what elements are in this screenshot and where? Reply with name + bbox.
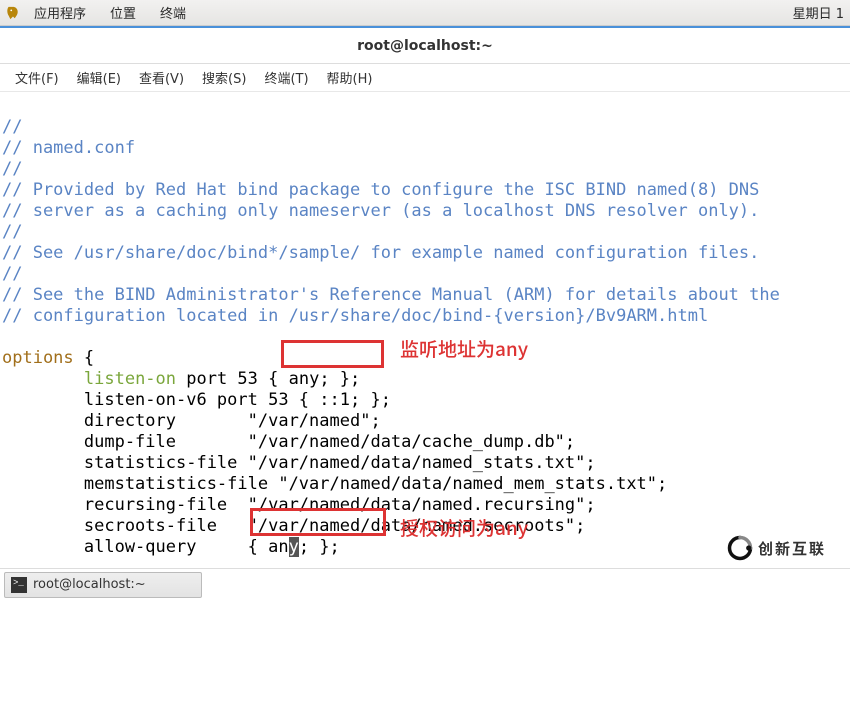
menu-view[interactable]: 查看(V) bbox=[130, 68, 193, 87]
cfg-line: statistics-file "/var/named/data/named_s… bbox=[2, 453, 596, 473]
taskbar-item-label: root@localhost:~ bbox=[33, 577, 146, 592]
code-comment: // named.conf bbox=[2, 138, 135, 158]
menu-help[interactable]: 帮助(H) bbox=[318, 68, 382, 87]
taskbar-item-terminal[interactable]: root@localhost:~ bbox=[4, 572, 202, 598]
watermark: 创新互联 bbox=[702, 528, 850, 568]
annotation-listen: 监听地址为any bbox=[400, 338, 528, 359]
brace-open: { bbox=[84, 348, 94, 368]
code-comment: // bbox=[2, 264, 22, 284]
terminal-viewport[interactable]: // // named.conf // // Provided by Red H… bbox=[0, 92, 850, 550]
code-comment: // See /usr/share/doc/bind*/sample/ for … bbox=[2, 243, 759, 263]
window-title-bar: root@localhost:~ bbox=[0, 26, 850, 64]
annotation-allow-query: 授权访问为any bbox=[400, 517, 528, 538]
text-cursor: y bbox=[289, 537, 299, 557]
cfg-line: dump-file "/var/named/data/cache_dump.db… bbox=[2, 432, 575, 452]
desktop-taskbar: root@localhost:~ bbox=[0, 568, 850, 600]
highlight-listen bbox=[281, 340, 384, 368]
terminal-menu-bar: 文件(F) 编辑(E) 查看(V) 搜索(S) 终端(T) 帮助(H) bbox=[0, 64, 850, 92]
listen-any: { any; }; bbox=[268, 369, 360, 389]
cfg-line: directory "/var/named"; bbox=[2, 411, 381, 431]
highlight-allow-query bbox=[250, 508, 386, 536]
foot-icon bbox=[6, 6, 20, 20]
allow-any-a: { an bbox=[248, 537, 289, 557]
menu-file[interactable]: 文件(F) bbox=[6, 68, 68, 87]
code-comment: // bbox=[2, 117, 22, 137]
desktop-top-panel: 应用程序 位置 终端 星期日 1 bbox=[0, 0, 850, 26]
code-comment: // Provided by Red Hat bind package to c… bbox=[2, 180, 759, 200]
kw-listen-on: listen-on bbox=[84, 369, 176, 389]
allow-pre: allow-query bbox=[2, 537, 248, 557]
panel-clock: 星期日 1 bbox=[793, 3, 844, 22]
code-comment: // bbox=[2, 222, 22, 242]
panel-left: 应用程序 位置 终端 bbox=[6, 3, 196, 22]
watermark-text: 创新互联 bbox=[758, 538, 826, 559]
listen-rest: port 53 bbox=[176, 369, 268, 389]
panel-menu-places[interactable]: 位置 bbox=[100, 3, 146, 22]
cfg-line: listen-on-v6 port 53 { ::1; }; bbox=[2, 390, 391, 410]
code-comment: // bbox=[2, 159, 22, 179]
watermark-logo-icon bbox=[726, 534, 754, 562]
menu-search[interactable]: 搜索(S) bbox=[193, 68, 255, 87]
window-title: root@localhost:~ bbox=[357, 38, 493, 54]
terminal-icon bbox=[11, 577, 27, 593]
menu-terminal[interactable]: 终端(T) bbox=[255, 68, 317, 87]
panel-menu-terminal[interactable]: 终端 bbox=[150, 3, 196, 22]
kw-options: options bbox=[2, 348, 74, 368]
allow-any-b: ; }; bbox=[299, 537, 340, 557]
panel-menu-apps[interactable]: 应用程序 bbox=[24, 3, 96, 22]
code-comment: // configuration located in /usr/share/d… bbox=[2, 306, 708, 326]
code-comment: // server as a caching only nameserver (… bbox=[2, 201, 759, 221]
code-comment: // See the BIND Administrator's Referenc… bbox=[2, 285, 780, 305]
menu-edit[interactable]: 编辑(E) bbox=[68, 68, 130, 87]
cfg-line: memstatistics-file "/var/named/data/name… bbox=[2, 474, 667, 494]
